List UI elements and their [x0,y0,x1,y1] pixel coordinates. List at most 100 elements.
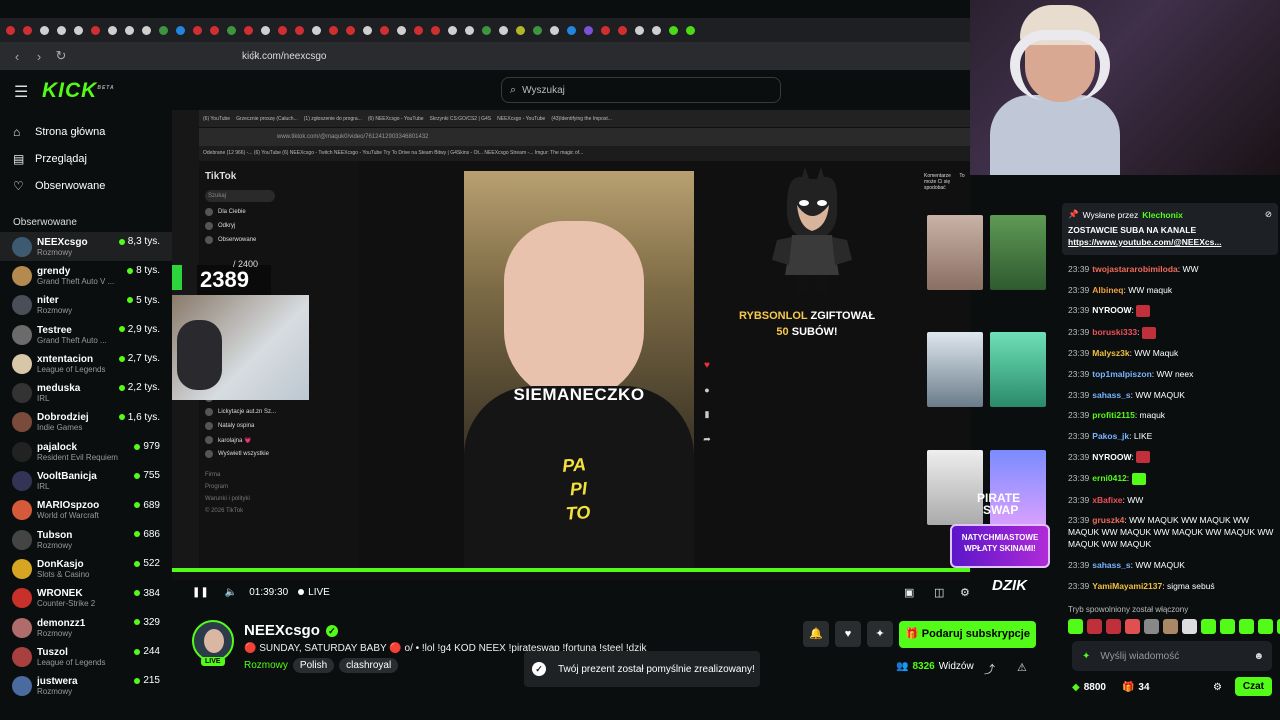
followed-channel[interactable]: Testree Grand Theft Auto ... 2,9 tys. [0,320,172,349]
sidebar-nav-item[interactable]: ⌂ Strona główna [0,118,172,145]
followed-channel[interactable]: xntentacion League of Legends 2,7 tys. [0,349,172,378]
tag-chip[interactable]: clashroyal [339,658,399,673]
browser-tab-favicon[interactable] [261,25,270,35]
chat-username[interactable]: boruski333 [1092,327,1137,337]
chat-username[interactable]: profiti2115 [1092,410,1135,420]
chat-send-button[interactable]: Czat [1234,677,1272,696]
volume-icon[interactable]: 🔈 [225,587,237,598]
browser-tab-favicon[interactable] [448,25,457,35]
follow-heart-button[interactable]: ♥ [835,621,861,647]
browser-tab-favicon[interactable] [23,25,32,35]
forward-icon[interactable]: › [28,49,50,64]
browser-tab-favicon[interactable] [329,25,338,35]
report-icon[interactable]: ⚠ [1017,661,1027,677]
emote-button[interactable] [1182,619,1197,634]
browser-tab-favicon[interactable] [74,25,83,35]
browser-tab-favicon[interactable] [431,25,440,35]
browser-tab-favicon[interactable] [363,25,372,35]
chat-username[interactable]: erni0412 [1092,473,1127,483]
chat-username[interactable]: YamiMayami2137 [1092,581,1162,591]
followed-channel[interactable]: justwera Rozmowy 215 [0,671,172,700]
followed-channel[interactable]: Dobrodziej Indie Games 1,6 tys. [0,408,172,437]
gift-count[interactable]: 34 [1138,682,1149,693]
browser-tab-favicon[interactable] [601,25,610,35]
chat-username[interactable]: gruszk4 [1092,515,1124,525]
emote-button[interactable] [1068,619,1083,634]
search-input[interactable]: ⌕ Wyszukaj [501,77,781,103]
browser-tab-favicon[interactable] [669,25,678,35]
chat-username[interactable]: Pakos_jk [1092,431,1129,441]
browser-tab-favicon[interactable] [91,25,100,35]
streamer-avatar[interactable] [192,620,234,662]
browser-tab-favicon[interactable] [567,25,576,35]
pause-icon[interactable]: ❚❚ [192,587,209,598]
unpin-icon[interactable]: ⊘ [1265,209,1272,220]
kick-logo[interactable]: KICKBETA [42,79,115,103]
browser-tab-favicon[interactable] [686,25,695,35]
browser-tab-favicon[interactable] [533,25,542,35]
emote-button[interactable] [1239,619,1254,634]
live-label[interactable]: LIVE [308,587,330,598]
followed-channel[interactable]: demonzz1 Rozmowy 329 [0,613,172,642]
emote-button[interactable] [1258,619,1273,634]
back-icon[interactable]: ‹ [6,49,28,64]
followed-channel[interactable]: VooltBanicja IRL 755 [0,466,172,495]
streamer-name[interactable]: NEEXcsgo [244,622,320,639]
browser-tab-favicon[interactable] [652,25,661,35]
followed-channel[interactable]: MARIOspzoo World of Warcraft 689 [0,496,172,525]
followed-channel[interactable]: NEEXcsgo Rozmowy 8,3 tys. [0,232,172,262]
emote-button[interactable] [1201,619,1216,634]
browser-tab-favicon[interactable] [40,25,49,35]
emote-button[interactable] [1106,619,1121,634]
browser-tab-favicon[interactable] [584,25,593,35]
browser-tab-favicon[interactable] [482,25,491,35]
browser-tab-favicon[interactable] [159,25,168,35]
menu-icon[interactable]: ☰ [14,82,28,102]
browser-tab-favicon[interactable] [244,25,253,35]
chat-username[interactable]: NYROOW [1092,305,1131,315]
emoji-icon[interactable]: ☻ [1253,651,1264,662]
browser-tab-favicon[interactable] [346,25,355,35]
browser-tab-favicon[interactable] [278,25,287,35]
emote-button[interactable] [1220,619,1235,634]
chat-input[interactable]: ✦ Wyślij wiadomość ☻ [1072,641,1272,671]
chat-username[interactable]: sahass_s [1092,390,1130,400]
browser-tab-favicon[interactable] [550,25,559,35]
browser-tab-favicon[interactable] [465,25,474,35]
followed-channel[interactable]: grendy Grand Theft Auto V ... 8 tys. [0,261,172,290]
reload-icon[interactable]: ↻ [50,48,72,64]
browser-tab-favicon[interactable] [227,25,236,35]
browser-tab-favicon[interactable] [210,25,219,35]
browser-tab-favicon[interactable] [635,25,644,35]
chat-username[interactable]: Albineq [1092,285,1123,295]
followed-channel[interactable]: Tubson Rozmowy 686 [0,525,172,554]
browser-tab-favicon[interactable] [6,25,15,35]
browser-tab-favicon[interactable] [142,25,151,35]
share-icon[interactable]: ⤴ [984,661,995,677]
browser-tab-favicon[interactable] [414,25,423,35]
pinned-link[interactable]: https://www.youtube.com/@NEEXcs... [1068,237,1272,247]
followed-channel[interactable]: meduska IRL 2,2 tys. [0,378,172,407]
pip-icon[interactable]: ◫ [934,586,944,599]
sidebar-nav-item[interactable]: ▤ Przeglądaj [0,145,172,172]
video-player[interactable]: (6) YouTube Grzecznie proszę (Całuch... (1… [172,110,1050,599]
theater-icon[interactable]: ▣ [904,586,914,599]
browser-tab-favicon[interactable] [397,25,406,35]
chat-username[interactable]: twojastararobimiloda [1092,264,1178,274]
browser-tab-favicon[interactable] [176,25,185,35]
followed-channel[interactable]: DonKasjo Slots & Casino 522 [0,554,172,583]
sidebar-nav-item[interactable]: ♡ Obserwowane [0,172,172,199]
chat-username[interactable]: Malysz3k [1092,348,1129,358]
emote-button[interactable] [1087,619,1102,634]
browser-tab-favicon[interactable] [125,25,134,35]
chat-username[interactable]: top1malpiszon [1092,369,1152,379]
browser-tab-favicon[interactable] [295,25,304,35]
browser-tab-favicon[interactable] [380,25,389,35]
settings-icon[interactable]: ⚙ [960,586,970,599]
emote-button[interactable] [1125,619,1140,634]
chat-username[interactable]: NYROOW [1092,452,1131,462]
chat-username[interactable]: sahass_s [1092,560,1130,570]
notification-bell-button[interactable]: 🔔 [803,621,829,647]
browser-tab-favicon[interactable] [193,25,202,35]
browser-tab-favicon[interactable] [516,25,525,35]
